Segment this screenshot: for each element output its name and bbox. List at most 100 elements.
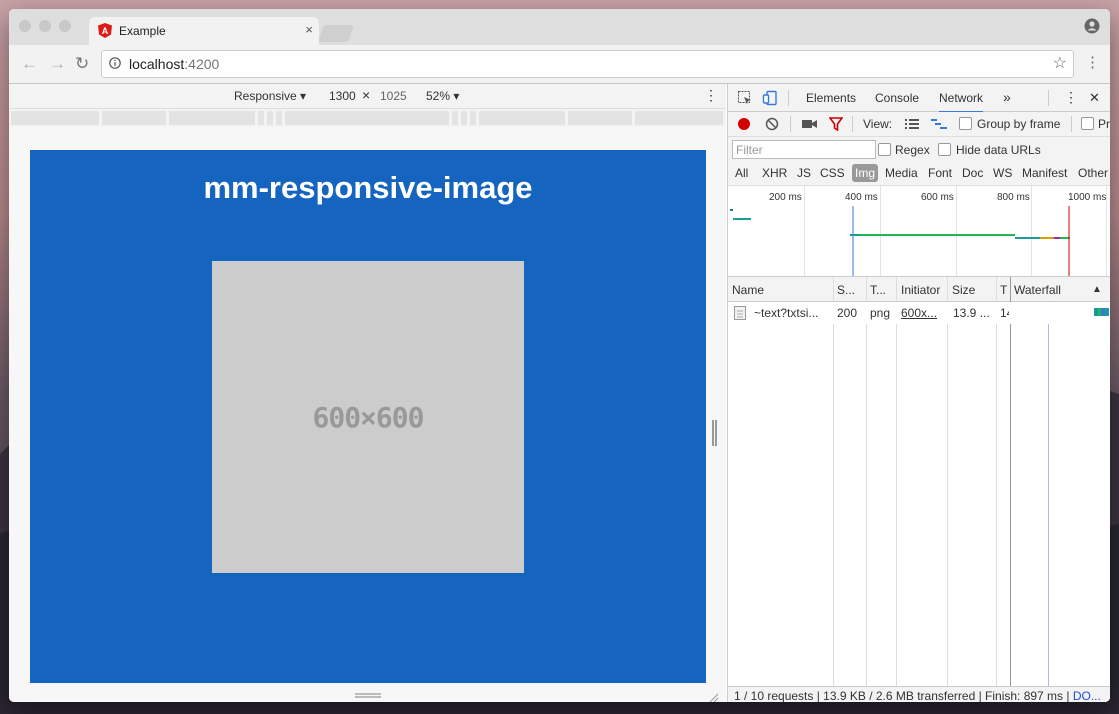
column-name[interactable]: Name bbox=[732, 283, 764, 297]
resize-handle-right[interactable] bbox=[712, 420, 717, 446]
status-domcontentloaded: DO... bbox=[1072, 689, 1101, 702]
tab-close-icon[interactable]: × bbox=[305, 22, 313, 37]
column-type[interactable]: T... bbox=[870, 283, 886, 297]
large-rows-icon[interactable] bbox=[905, 118, 919, 130]
filter-input[interactable]: Filter bbox=[732, 140, 876, 159]
dimension-separator: × bbox=[362, 87, 371, 103]
bookmark-star-icon[interactable]: ☆ bbox=[1053, 53, 1067, 73]
filter-icon[interactable] bbox=[829, 117, 843, 131]
height-input[interactable]: 1025 bbox=[380, 89, 407, 103]
width-input[interactable]: 1300 bbox=[329, 89, 356, 103]
type-font[interactable]: Font bbox=[928, 166, 952, 180]
device-toolbar: Responsive ▾ 1300 × 1025 52% ▾ ⋮ bbox=[9, 84, 726, 109]
angular-logo-icon: A bbox=[98, 23, 112, 38]
type-other[interactable]: Other bbox=[1078, 166, 1108, 180]
column-size[interactable]: Size bbox=[952, 283, 975, 297]
type-ws[interactable]: WS bbox=[993, 166, 1012, 180]
zoom-select[interactable]: 52% ▾ bbox=[426, 89, 459, 103]
device-more-icon[interactable]: ⋮ bbox=[704, 87, 718, 104]
group-by-frame-checkbox[interactable] bbox=[959, 117, 972, 130]
type-media[interactable]: Media bbox=[885, 166, 918, 180]
forward-icon[interactable]: → bbox=[49, 54, 66, 74]
table-row[interactable]: ~text?txtsi... 200 png 600x... 13.9 ... … bbox=[728, 302, 1110, 324]
resource-type-filters: All XHR JS CSS Img Media Font Doc WS Man… bbox=[728, 161, 1110, 186]
info-icon[interactable] bbox=[109, 57, 121, 69]
url-host: localhost bbox=[129, 56, 185, 72]
regex-label: Regex bbox=[895, 143, 930, 157]
type-doc[interactable]: Doc bbox=[962, 166, 983, 180]
request-status: 200 bbox=[837, 306, 858, 320]
hide-data-urls-checkbox[interactable] bbox=[938, 143, 951, 156]
browser-window: A Example × ← → ↻ localhost:4200 ☆ ⋮ Res… bbox=[9, 9, 1110, 702]
resize-corner-icon[interactable] bbox=[709, 693, 719, 702]
column-initiator[interactable]: Initiator bbox=[901, 283, 940, 297]
page-content: mm-responsive-image 600×600 bbox=[30, 150, 706, 683]
record-icon[interactable] bbox=[738, 118, 750, 130]
type-all[interactable]: All bbox=[735, 166, 748, 180]
type-js[interactable]: JS bbox=[797, 166, 811, 180]
device-select[interactable]: Responsive ▾ bbox=[234, 89, 306, 103]
column-time[interactable]: T bbox=[1000, 283, 1007, 297]
tab-network[interactable]: Network bbox=[939, 91, 984, 113]
status-summary: 1 / 10 requests | 13.9 KB / 2.6 MB trans… bbox=[734, 689, 1101, 702]
address-bar[interactable]: localhost:4200 ☆ bbox=[101, 50, 1074, 78]
tab-console[interactable]: Console bbox=[875, 91, 919, 105]
screenshot-icon[interactable] bbox=[802, 118, 817, 130]
reload-icon[interactable]: ↻ bbox=[75, 54, 89, 74]
new-tab-button[interactable] bbox=[317, 25, 355, 42]
tab-title: Example bbox=[119, 24, 166, 38]
type-manifest[interactable]: Manifest bbox=[1022, 166, 1067, 180]
profile-icon[interactable] bbox=[1084, 18, 1100, 34]
minimize-window-button[interactable] bbox=[39, 20, 51, 32]
devtools-panel: Elements Console Network » ⋮ ✕ View: Gro… bbox=[727, 84, 1110, 702]
request-size: 13.9 ... bbox=[953, 306, 990, 320]
devtools-menu-icon[interactable]: ⋮ bbox=[1064, 89, 1078, 106]
url-port: :4200 bbox=[184, 56, 220, 72]
device-toolbar-icon[interactable] bbox=[762, 90, 778, 106]
browser-toolbar: ← → ↻ localhost:4200 ☆ ⋮ bbox=[9, 45, 1110, 84]
preserve-log-label: Pr bbox=[1098, 117, 1110, 131]
resize-handle-bottom[interactable] bbox=[355, 693, 381, 698]
type-css[interactable]: CSS bbox=[820, 166, 845, 180]
network-toolbar: View: Group by frame Pr bbox=[728, 112, 1110, 137]
view-label: View: bbox=[863, 117, 893, 131]
more-tabs-icon[interactable]: » bbox=[1003, 89, 1011, 105]
page-title: mm-responsive-image bbox=[203, 170, 533, 205]
placeholder-label: 600×600 bbox=[312, 401, 424, 434]
request-initiator[interactable]: 600x... bbox=[901, 306, 937, 320]
group-by-frame-label: Group by frame bbox=[977, 117, 1061, 131]
back-icon[interactable]: ← bbox=[21, 54, 38, 74]
svg-text:A: A bbox=[102, 26, 109, 36]
request-type: png bbox=[870, 306, 891, 320]
emulated-viewport: mm-responsive-image 600×600 bbox=[9, 127, 726, 702]
devtools-tab-bar: Elements Console Network » ⋮ ✕ bbox=[728, 84, 1110, 113]
zoom-window-button[interactable] bbox=[59, 20, 71, 32]
column-waterfall[interactable]: Waterfall bbox=[1014, 283, 1061, 297]
request-name: ~text?txtsi... bbox=[754, 306, 819, 320]
preserve-log-checkbox[interactable] bbox=[1081, 117, 1094, 130]
filter-row: Filter Regex Hide data URLs bbox=[728, 137, 1110, 161]
hide-data-urls-label: Hide data URLs bbox=[956, 143, 1041, 157]
browser-menu-icon[interactable]: ⋮ bbox=[1085, 53, 1100, 71]
type-img[interactable]: Img bbox=[852, 164, 879, 182]
browser-tab[interactable]: A Example × bbox=[89, 17, 319, 45]
tab-elements[interactable]: Elements bbox=[806, 91, 856, 105]
request-time: 14 bbox=[1000, 306, 1009, 320]
requests-table-header: Name S... T... Initiator Size T Waterfal… bbox=[728, 277, 1110, 302]
waterfall-view-icon[interactable] bbox=[931, 118, 947, 130]
close-window-button[interactable] bbox=[19, 20, 31, 32]
url-text: localhost:4200 bbox=[129, 56, 219, 72]
filter-placeholder: Filter bbox=[736, 143, 763, 157]
media-query-ruler bbox=[9, 109, 726, 127]
inspect-element-icon[interactable] bbox=[737, 90, 753, 106]
file-icon bbox=[734, 306, 746, 320]
placeholder-image: 600×600 bbox=[212, 261, 524, 573]
column-status[interactable]: S... bbox=[837, 283, 855, 297]
devtools-close-icon[interactable]: ✕ bbox=[1089, 90, 1100, 106]
sort-ascending-icon[interactable]: ▲ bbox=[1092, 284, 1102, 295]
network-overview-timeline: 200 ms 400 ms 600 ms 800 ms 1000 ms bbox=[728, 186, 1110, 277]
clear-icon[interactable] bbox=[765, 117, 779, 131]
regex-checkbox[interactable] bbox=[878, 143, 891, 156]
status-text: 1 / 10 requests | 13.9 KB / 2.6 MB trans… bbox=[734, 689, 1073, 702]
type-xhr[interactable]: XHR bbox=[762, 166, 787, 180]
